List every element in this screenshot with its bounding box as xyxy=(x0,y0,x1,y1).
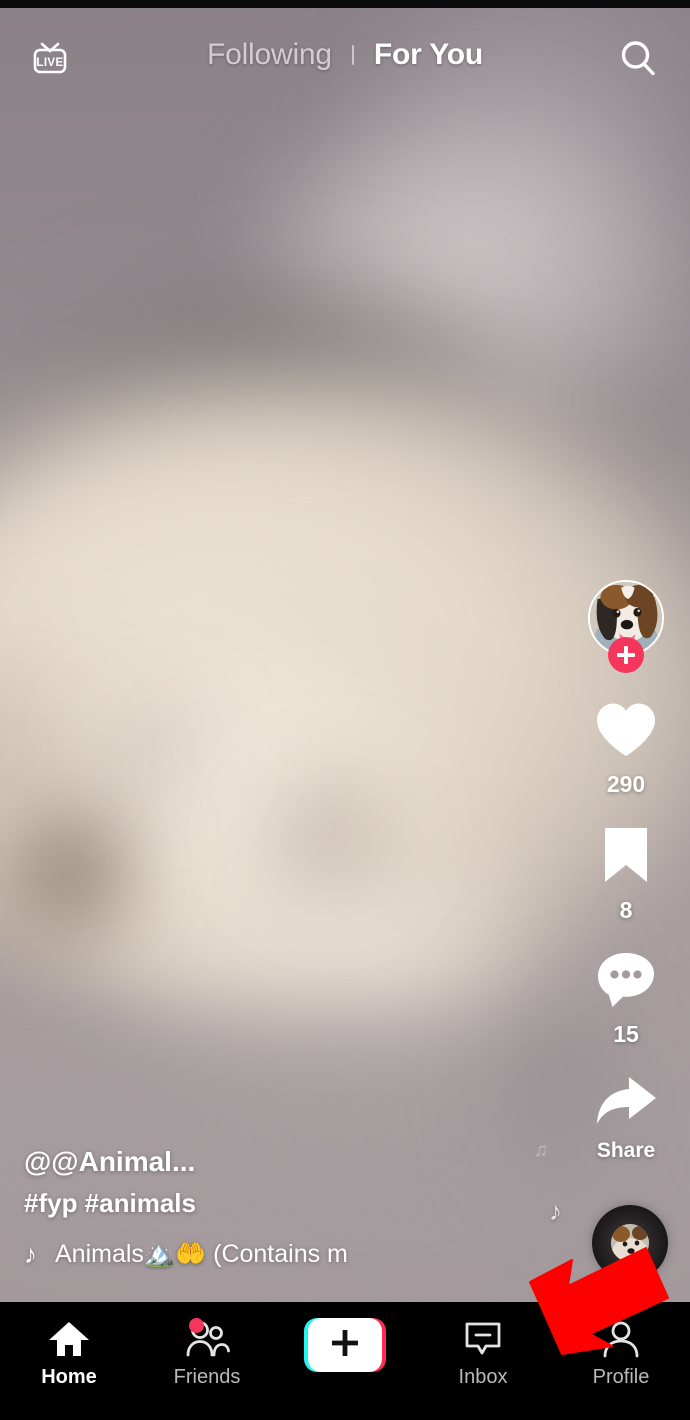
like-button[interactable]: 290 xyxy=(593,700,659,798)
search-button[interactable] xyxy=(614,36,662,84)
follow-button[interactable] xyxy=(608,637,644,673)
friends-notification-badge xyxy=(189,1318,204,1333)
comment-count: 15 xyxy=(613,1021,639,1047)
nav-item-home[interactable]: Home xyxy=(0,1318,138,1389)
video-blur-blob xyxy=(270,778,390,888)
feed-tab-group: Following For You xyxy=(0,38,690,72)
inbox-icon xyxy=(463,1318,503,1360)
comment-button[interactable]: 15 xyxy=(595,950,657,1048)
video-blur-blob xyxy=(10,808,130,938)
heart-icon xyxy=(593,700,659,765)
tiktok-feed-screen: LIVE Following For You 290 8 15 Share ♪ … xyxy=(0,0,690,1420)
favorite-count: 8 xyxy=(619,897,633,923)
music-note-icon: ♪ xyxy=(24,1239,37,1269)
tab-following[interactable]: Following xyxy=(207,38,352,72)
nav-item-create[interactable] xyxy=(276,1318,414,1378)
sound-title: Animals🏔️🤲 (Contains m xyxy=(55,1240,348,1268)
video-caption: @@Animal... #fyp #animals ♪ Animals🏔️🤲 (… xyxy=(24,1146,494,1270)
nav-label-home: Home xyxy=(41,1366,97,1388)
share-arrow-icon xyxy=(593,1074,659,1133)
top-navigation-bar: LIVE Following For You xyxy=(0,8,690,104)
bottom-navigation-bar: Home Friends Inbox Profile xyxy=(0,1302,690,1420)
tab-for-you[interactable]: For You xyxy=(354,38,483,72)
nav-item-inbox[interactable]: Inbox xyxy=(414,1318,552,1389)
spinning-record-icon xyxy=(611,1224,649,1262)
sound-row[interactable]: ♪ Animals🏔️🤲 (Contains m xyxy=(24,1239,494,1270)
favorite-button[interactable]: 8 xyxy=(599,824,653,924)
nav-item-friends[interactable]: Friends xyxy=(138,1318,276,1389)
share-button[interactable]: Share xyxy=(593,1074,659,1163)
status-bar-strip xyxy=(0,0,690,8)
friends-icon xyxy=(184,1318,230,1360)
video-blur-blob xyxy=(105,713,200,785)
author-avatar-button[interactable] xyxy=(588,580,664,673)
nav-label-inbox: Inbox xyxy=(458,1366,508,1388)
music-note-icon: ♫ xyxy=(533,1140,548,1161)
home-icon xyxy=(48,1318,90,1360)
create-plus-icon xyxy=(330,1328,360,1363)
sound-record-button[interactable] xyxy=(592,1205,668,1281)
bookmark-icon xyxy=(599,824,653,891)
share-label: Share xyxy=(596,1139,656,1162)
search-icon xyxy=(616,36,660,85)
action-rail: 290 8 15 Share xyxy=(584,580,668,1189)
nav-label-friends: Friends xyxy=(173,1366,241,1388)
caption-hashtags[interactable]: #fyp #animals xyxy=(24,1188,494,1219)
nav-item-profile[interactable]: Profile xyxy=(552,1318,690,1389)
author-username[interactable]: @@Animal... xyxy=(24,1146,494,1178)
comment-bubble-icon xyxy=(595,950,657,1015)
create-button[interactable] xyxy=(304,1318,386,1372)
music-note-icon: ♪ xyxy=(549,1196,562,1226)
like-count: 290 xyxy=(606,771,646,797)
profile-icon xyxy=(601,1318,641,1360)
nav-label-profile: Profile xyxy=(592,1366,650,1388)
